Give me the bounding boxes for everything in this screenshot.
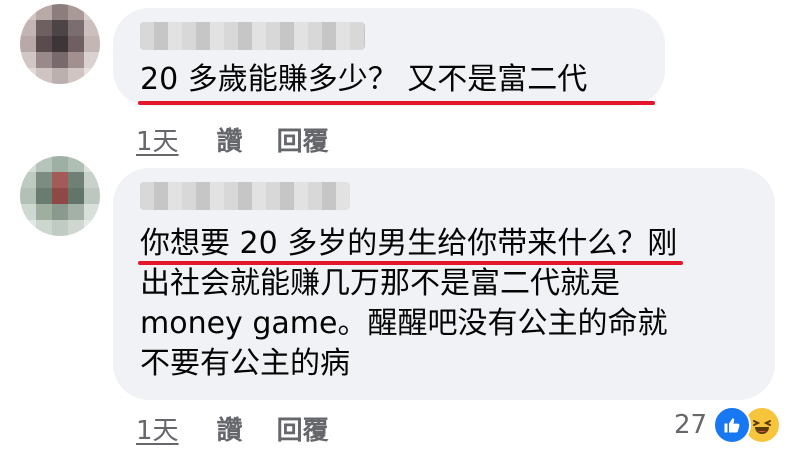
comment-timestamp[interactable]: 1天 [136, 121, 179, 158]
commenter-name-blurred[interactable] [140, 22, 365, 50]
comment-actions: 1天 讚 回覆 [136, 410, 363, 447]
reply-button[interactable]: 回覆 [277, 121, 329, 158]
avatar[interactable] [20, 4, 100, 84]
avatar[interactable] [20, 156, 100, 236]
comment-timestamp[interactable]: 1天 [136, 410, 179, 447]
reaction-count: 27 [674, 410, 708, 440]
comment-text: 你想要 20 多岁的男生给你带来什么？刚 出社会就能赚几万那不是富二代就是 mo… [140, 226, 678, 381]
like-icon [713, 406, 752, 444]
reaction-summary[interactable]: 27 [674, 406, 782, 444]
like-button[interactable]: 讚 [217, 410, 243, 447]
comment-actions: 1天 讚 回覆 [136, 121, 363, 158]
comment-bubble: 20 多歲能賺多少？ 又不是富二代 [113, 8, 665, 106]
commenter-name-blurred[interactable] [140, 182, 350, 210]
highlight-underline [138, 261, 683, 265]
comment-text: 20 多歲能賺多少？ 又不是富二代 [140, 62, 588, 97]
comment-bubble: 你想要 20 多岁的男生给你带来什么？刚 出社会就能赚几万那不是富二代就是 mo… [113, 168, 775, 400]
reply-button[interactable]: 回覆 [277, 410, 329, 447]
highlight-underline [138, 101, 655, 105]
like-button[interactable]: 讚 [217, 121, 243, 158]
